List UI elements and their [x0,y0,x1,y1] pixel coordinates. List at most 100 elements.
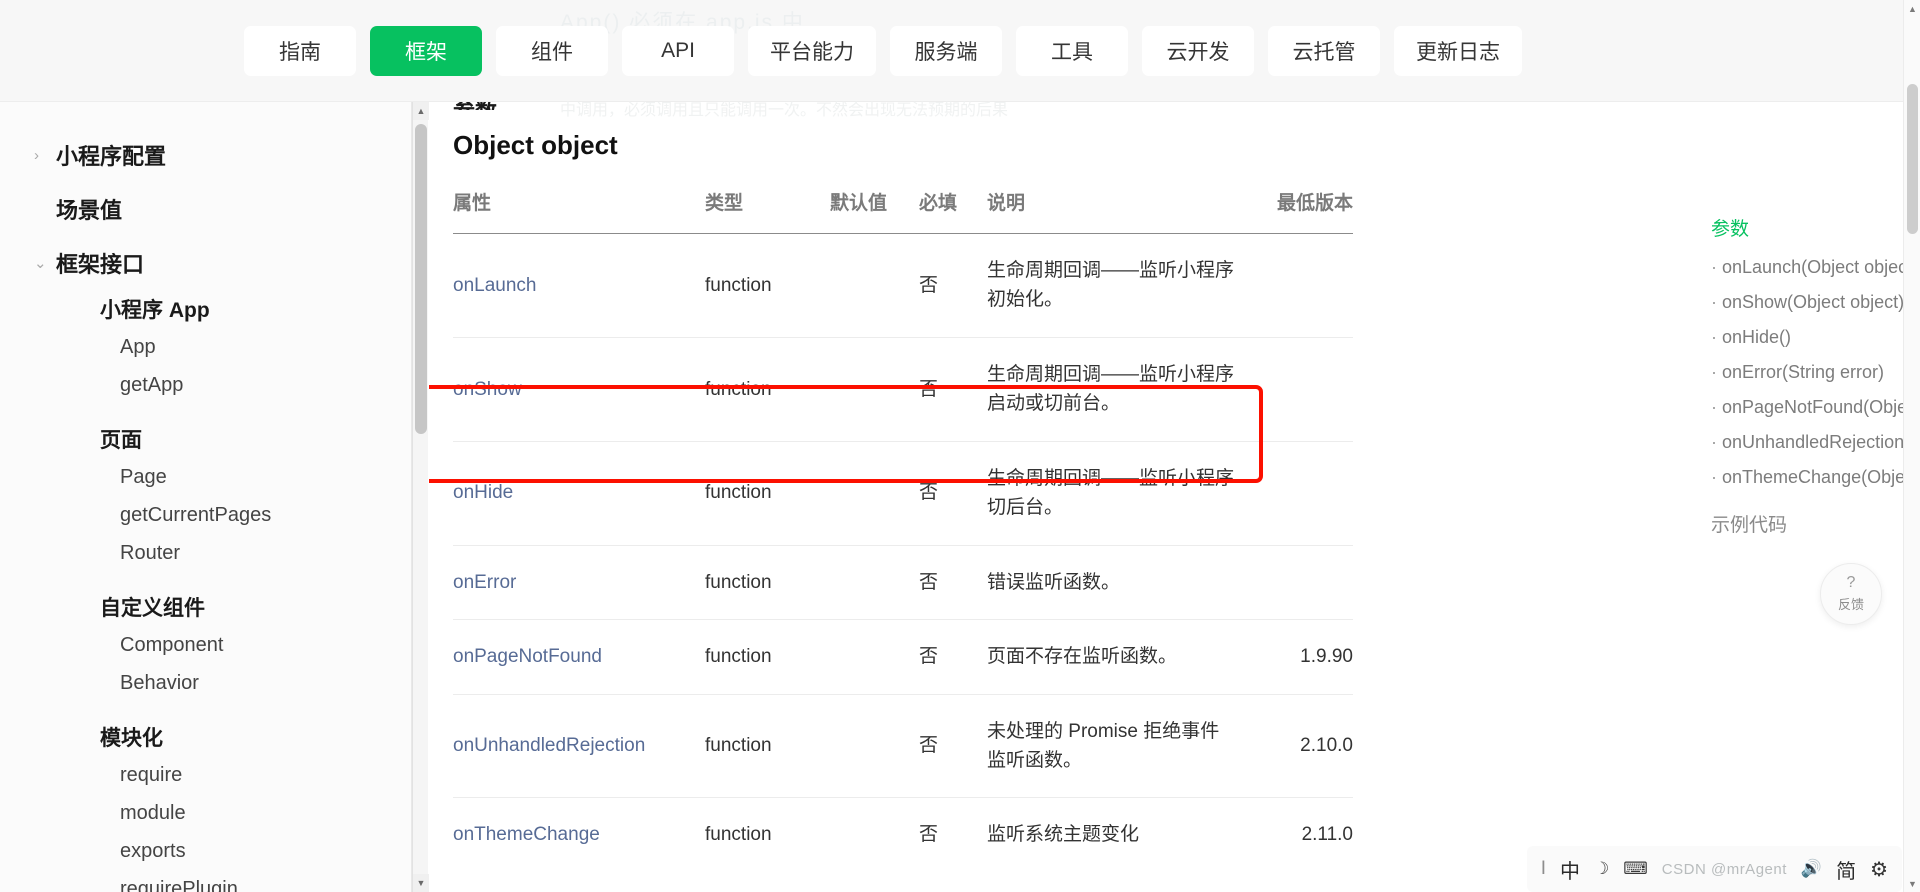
top-navigation-bar: App() 必须在 app.js 中 中调用，必须调用且只能调用一次。不然会出现… [0,0,1920,119]
nav-tab-api[interactable]: API [622,25,734,76]
cell-type: function [705,619,830,695]
toc-title[interactable]: 参数 [1711,214,1920,241]
sidebar-item-xiaochengxupeizhi[interactable]: › 小程序配置 [0,136,411,174]
ime-mode-indicator[interactable]: 中 [1560,855,1580,884]
sidebar-scroll-thumb[interactable] [415,124,427,434]
sound-icon[interactable]: 🔊 [1801,859,1822,879]
table-of-contents: 参数 onLaunch(Object object) onShow(Object… [1711,214,1920,537]
clipped-heading-canshu: 参数 [453,102,497,110]
nav-tab-gongju[interactable]: 工具 [1016,25,1128,76]
column-header-required: 必填 [915,188,987,234]
cell-required: 否 [915,233,987,338]
app-window: App() 必须在 app.js 中 中调用，必须调用且只能调用一次。不然会出现… [0,0,1920,892]
cell-description: 监听系统主题变化 [987,824,1140,846]
property-link-onunhandledrejection[interactable]: onUnhandledRejection [453,735,645,756]
ime-simplified-indicator[interactable]: 简 [1836,855,1856,884]
table-row: onThemeChange function 否 监听系统主题变化 2.11.0 [453,798,1353,872]
sidebar-item-app[interactable]: App [0,328,411,366]
text-cursor-icon: I [1540,858,1546,879]
sidebar-item-label: getCurrentPages [120,503,272,526]
sidebar-scrollbar[interactable]: ▲ ▼ [412,102,429,892]
sidebar-item-behavior[interactable]: Behavior [0,664,411,702]
page-scroll-up-arrow-icon[interactable]: ▲ [1904,0,1920,17]
cell-default [830,619,915,695]
sidebar-group-mokuaihua[interactable]: 模块化 [0,718,411,756]
cell-description: 生命周期回调——监听小程序 启动或切前台。 [987,337,1243,442]
cell-min-version [1243,233,1353,338]
sidebar-group-label: 小程序 App [100,299,210,322]
sidebar-group-label: 自定义组件 [100,597,205,620]
sidebar-item-label: exports [120,839,186,862]
sidebar-item-changjingzhi[interactable]: 场景值 [0,190,411,228]
nav-tab-yuntuoguan[interactable]: 云托管 [1268,25,1380,76]
cell-default [830,694,915,799]
sidebar-group-zidingyizujian[interactable]: 自定义组件 [0,588,411,626]
sidebar-group-label: 模块化 [100,727,163,750]
property-link-onpagenotfound[interactable]: onPageNotFound [453,646,602,667]
sidebar-item-label: 场景值 [56,198,123,223]
nav-tab-kuangjia[interactable]: 框架 [370,25,482,76]
column-header-description: 说明 [987,188,1243,234]
nav-tab-gengxinrizhi[interactable]: 更新日志 [1394,25,1522,76]
nav-tab-zhinan[interactable]: 指南 [244,25,356,76]
moon-icon[interactable]: ☽ [1594,859,1609,879]
sidebar-item-getcurrentpages[interactable]: getCurrentPages [0,496,411,534]
sidebar-item-label: 小程序配置 [56,144,167,169]
sidebar-item-component[interactable]: Component [0,626,411,664]
page-scroll-down-arrow-icon[interactable]: ▼ [1904,875,1920,892]
table-row: onUnhandledRejection function 否 未处理的 Pro… [453,694,1353,799]
sidebar-item-require[interactable]: require [0,756,411,794]
table-body: onLaunch function 否 生命周期回调——监听小程序 初始化。 o… [453,233,1353,872]
page-scrollbar[interactable]: ▲ ▼ [1903,0,1920,892]
column-header-attribute: 属性 [453,188,705,234]
sidebar-group-yemian[interactable]: 页面 [0,420,411,458]
page-scroll-thumb[interactable] [1907,84,1918,234]
toc-item-onunhandledrejection[interactable]: onUnhandledRejection(O... [1711,432,1920,453]
property-link-onlaunch[interactable]: onLaunch [453,275,536,296]
cell-description: 错误监听函数。 [987,545,1243,621]
toc-item-onhide[interactable]: onHide() [1711,327,1920,348]
property-link-onerror[interactable]: onError [453,572,516,593]
nav-tab-fuwuduan[interactable]: 服务端 [890,25,1002,76]
cell-description: 页面不存在监听函数。 [987,619,1243,695]
toc-item-onpagenotfound[interactable]: onPageNotFound(Object ... [1711,397,1920,418]
feedback-label: 反馈 [1837,597,1864,612]
sidebar-item-module[interactable]: module [0,794,411,832]
gear-icon[interactable]: ⚙ [1870,857,1888,882]
nav-tab-zujian[interactable]: 组件 [496,25,608,76]
toc-link-sample-code[interactable]: 示例代码 [1711,510,1920,537]
scroll-down-arrow-icon[interactable]: ▼ [413,874,429,892]
property-link-onhide[interactable]: onHide [453,482,513,503]
scroll-up-arrow-icon[interactable]: ▲ [413,102,429,120]
nav-tab-yunkaifa[interactable]: 云开发 [1142,25,1254,76]
keyboard-icon[interactable]: ⌨ [1623,859,1648,879]
sidebar-item-label: module [120,801,186,824]
cell-min-version: 1.9.90 [1243,619,1353,695]
toc-item-onlaunch[interactable]: onLaunch(Object object) [1711,257,1920,278]
sidebar-item-kuangjiajiekou[interactable]: ⌄ 框架接口 [0,244,411,282]
property-link-onthemechange[interactable]: onThemeChange [453,824,600,845]
feedback-button[interactable]: ? 反馈 [1820,563,1882,625]
sidebar-item-router[interactable]: Router [0,534,411,572]
sidebar-item-exports[interactable]: exports [0,832,411,870]
cell-type: function [705,694,830,799]
sidebar-item-page[interactable]: Page [0,458,411,496]
cell-required: 否 [919,824,939,846]
sidebar-item-getapp[interactable]: getApp [0,366,411,404]
property-link-onshow[interactable]: onShow [453,379,522,400]
sidebar-item-label: require [120,763,183,786]
toc-item-onthemechange[interactable]: onThemeChange(Object o... [1711,467,1920,488]
nav-tab-pingtainengli[interactable]: 平台能力 [748,25,876,76]
table-head: 属性 类型 默认值 必填 说明 最低版本 [453,188,1353,234]
sidebar-item-requireplugin[interactable]: requirePlugin [0,870,411,892]
sidebar-item-label: Router [120,541,181,564]
toc-item-onerror[interactable]: onError(String error) [1711,362,1920,383]
cell-required: 否 [915,619,987,695]
toc-item-onshow[interactable]: onShow(Object object) [1711,292,1920,313]
sidebar-group-xiaochengxu-app[interactable]: 小程序 App [0,290,411,328]
cell-description: 生命周期回调——监听小程序 初始化。 [987,233,1243,338]
main-content: 参数 Object object 属性 类型 默认值 必填 说明 最低版本 on [429,102,1920,892]
